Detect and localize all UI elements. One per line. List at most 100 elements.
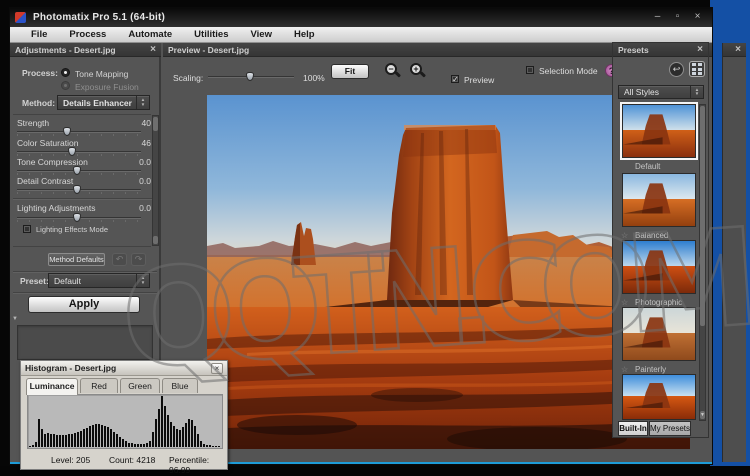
strength-slider[interactable] xyxy=(17,128,141,136)
histogram-bar xyxy=(158,409,160,447)
preset-item[interactable] xyxy=(622,374,696,420)
maximize-button[interactable]: ▫ xyxy=(671,10,684,24)
close-icon[interactable]: × xyxy=(735,45,741,55)
star-icon[interactable]: ☆ xyxy=(621,365,628,374)
fit-button[interactable]: Fit xyxy=(331,64,369,79)
tab-red[interactable]: Red xyxy=(80,378,118,393)
tab-luminance[interactable]: Luminance xyxy=(26,378,78,395)
preset-painterly[interactable] xyxy=(622,307,696,361)
histogram-bar xyxy=(86,428,88,447)
histogram-bar xyxy=(32,445,34,447)
histogram-bar xyxy=(131,443,133,447)
title-bar[interactable]: Photomatix Pro 5.1 (64-bit) – ▫ × xyxy=(10,8,712,27)
preset-balanced[interactable] xyxy=(622,173,696,227)
tab-my-presets[interactable]: My Presets xyxy=(649,421,691,436)
undo-button[interactable]: ↶ xyxy=(112,253,127,266)
exposure-fusion-radio[interactable] xyxy=(61,81,70,90)
menu-file[interactable]: File xyxy=(20,29,58,40)
histogram-title: Histogram - Desert.jpg xyxy=(25,363,116,373)
detail-contrast-label: Detail Contrast xyxy=(17,176,73,186)
histogram-bar xyxy=(215,446,217,447)
spinner-icon[interactable]: ▲▼ xyxy=(136,274,149,287)
histogram-bar xyxy=(101,425,103,447)
scaling-slider[interactable] xyxy=(208,73,294,81)
redo-button[interactable]: ↷ xyxy=(131,253,146,266)
lighting-effects-label: Lighting Effects Mode xyxy=(36,225,108,234)
star-icon[interactable]: ☆ xyxy=(621,231,628,240)
slider-thumb[interactable] xyxy=(68,147,76,156)
styles-filter-dropdown[interactable]: All Styles ▲▼ xyxy=(618,85,704,99)
zoom-in-button[interactable]: + xyxy=(410,63,427,80)
histogram-bar xyxy=(128,443,130,447)
apply-button[interactable]: Apply xyxy=(28,296,140,313)
scroll-down-icon[interactable]: ▼ xyxy=(700,411,705,419)
tone-mapping-radio[interactable] xyxy=(61,68,70,77)
method-defaults-button[interactable]: Method Defaults xyxy=(48,253,105,266)
lighting-effects-checkbox[interactable] xyxy=(23,225,31,233)
histogram-bar xyxy=(116,434,118,447)
menu-view[interactable]: View xyxy=(239,29,282,40)
preset-default[interactable] xyxy=(622,104,696,158)
close-button[interactable]: × xyxy=(691,10,704,24)
histogram-bar xyxy=(62,435,64,447)
histogram-bar xyxy=(194,426,196,447)
preset-dropdown[interactable]: Default ▲▼ xyxy=(48,273,150,288)
slider-thumb[interactable] xyxy=(73,166,81,175)
tone-compression-slider[interactable] xyxy=(17,167,141,175)
tab-blue[interactable]: Blue xyxy=(162,378,198,393)
selection-mode-checkbox[interactable] xyxy=(526,66,534,74)
zoom-out-button[interactable]: − xyxy=(385,63,402,80)
menu-process[interactable]: Process xyxy=(58,29,117,40)
preset-photographic[interactable] xyxy=(622,240,696,294)
histogram-bar xyxy=(65,435,67,447)
presets-title: Presets xyxy=(618,45,649,55)
slider-thumb[interactable] xyxy=(73,185,81,194)
histogram-bar xyxy=(56,435,58,447)
scrollbar-thumb[interactable] xyxy=(153,117,158,131)
menu-utilities[interactable]: Utilities xyxy=(183,29,239,40)
count-stat: Count: 4218 xyxy=(109,455,155,465)
lighting-adjustments-label: Lighting Adjustments xyxy=(17,203,95,213)
close-icon[interactable]: × xyxy=(211,363,223,374)
histogram-bar xyxy=(149,441,151,447)
histogram-window: Histogram - Desert.jpg × Luminance Red G… xyxy=(20,360,228,470)
histogram-bar xyxy=(119,437,121,447)
close-icon[interactable]: × xyxy=(150,45,156,55)
tab-built-in[interactable]: Built-In xyxy=(618,421,648,436)
scrollbar-thumb[interactable] xyxy=(153,236,158,244)
scrollbar-thumb[interactable] xyxy=(700,106,705,326)
slider-thumb[interactable] xyxy=(63,127,71,136)
preset-default-label: Default xyxy=(635,162,660,171)
spinner-icon[interactable]: ▲▼ xyxy=(136,96,149,109)
histogram-bar xyxy=(212,446,214,447)
back-arrow-icon[interactable]: ↩ xyxy=(669,62,684,77)
close-icon[interactable]: × xyxy=(697,45,703,55)
scaling-label: Scaling: xyxy=(173,73,203,83)
histogram-bar xyxy=(50,434,52,447)
spinner-icon[interactable]: ▲▼ xyxy=(690,86,703,98)
method-dropdown[interactable]: Details Enhancer ▲▼ xyxy=(57,95,150,110)
star-icon[interactable]: ☆ xyxy=(621,298,628,307)
tab-green[interactable]: Green xyxy=(120,378,160,393)
menu-bar: File Process Automate Utilities View Hel… xyxy=(10,27,712,43)
slider-thumb[interactable] xyxy=(246,72,254,81)
menu-help[interactable]: Help xyxy=(283,29,326,40)
minimize-button[interactable]: – xyxy=(651,10,664,24)
detail-contrast-slider[interactable] xyxy=(17,186,141,194)
preview-checkbox[interactable]: ✓ xyxy=(451,75,459,83)
histogram-bar xyxy=(92,425,94,447)
histogram-bar xyxy=(107,427,109,447)
histogram-header[interactable]: Histogram - Desert.jpg × xyxy=(21,361,227,376)
collapse-triangle-icon[interactable]: ▼ xyxy=(12,316,18,322)
notes-box[interactable] xyxy=(17,325,153,360)
preview-title: Preview - Desert.jpg xyxy=(168,45,249,55)
histogram-bar xyxy=(53,434,55,447)
grid-view-icon[interactable] xyxy=(689,61,705,77)
menu-automate[interactable]: Automate xyxy=(117,29,183,40)
histogram-bar xyxy=(197,434,199,447)
slider-thumb[interactable] xyxy=(73,213,81,222)
presets-scrollbar[interactable]: ▼ xyxy=(699,104,706,421)
color-saturation-slider[interactable] xyxy=(17,148,141,156)
adjustments-scrollbar[interactable] xyxy=(152,115,159,246)
lighting-adjustments-slider[interactable] xyxy=(17,214,141,222)
